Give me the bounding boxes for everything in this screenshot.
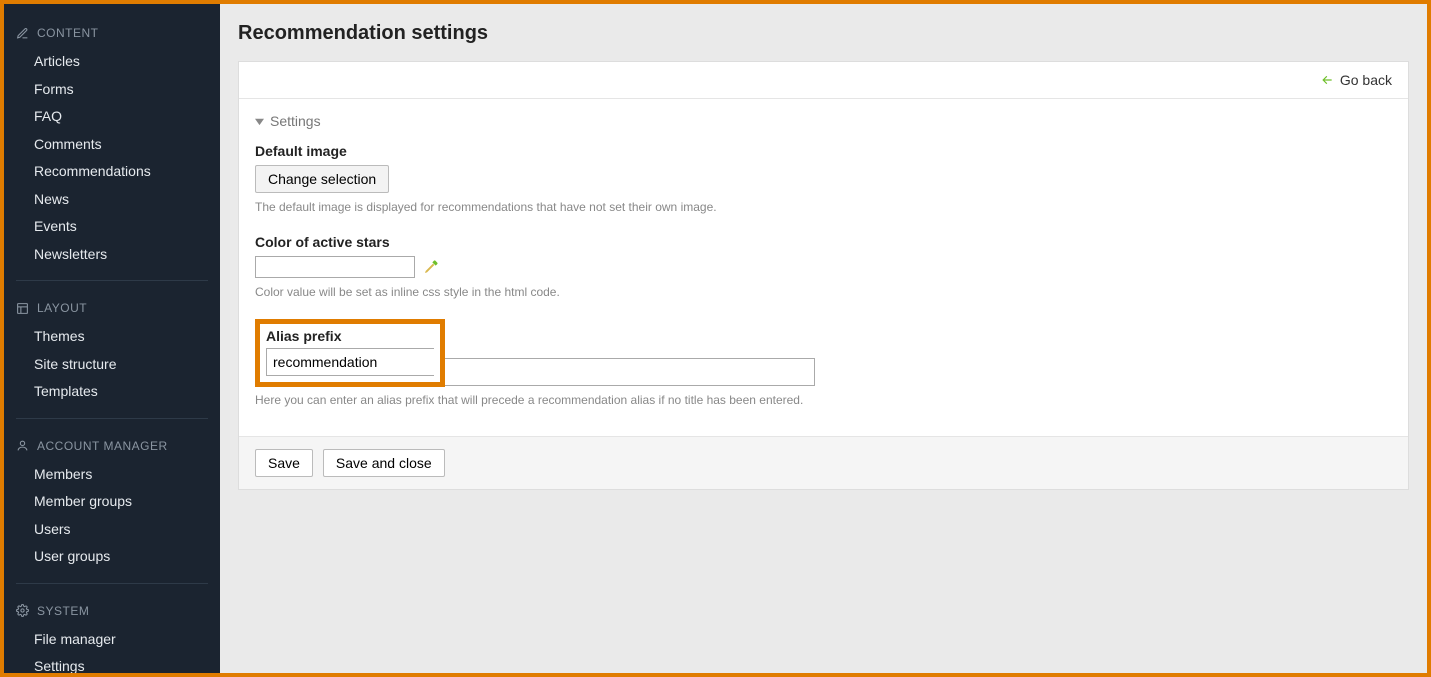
sidebar-header-label: LAYOUT xyxy=(37,301,87,315)
sidebar-header-layout[interactable]: LAYOUT xyxy=(4,297,220,323)
field-color-stars: Color of active stars Color value will b… xyxy=(255,234,1392,301)
sidebar-item-events[interactable]: Events xyxy=(4,213,220,241)
alias-prefix-input[interactable] xyxy=(266,348,434,376)
sidebar-item-member-groups[interactable]: Member groups xyxy=(4,488,220,516)
sidebar: CONTENT Articles Forms FAQ Comments Reco… xyxy=(4,4,220,673)
sidebar-section-layout: LAYOUT Themes Site structure Templates xyxy=(4,289,220,410)
sidebar-section-system: SYSTEM File manager Settings Maintenance xyxy=(4,592,220,674)
settings-card: Go back Settings Default image Change se… xyxy=(238,61,1409,490)
sidebar-header-label: CONTENT xyxy=(37,26,99,40)
go-back-link[interactable]: Go back xyxy=(1320,72,1392,88)
divider xyxy=(16,280,208,281)
sidebar-item-themes[interactable]: Themes xyxy=(4,323,220,351)
color-stars-input[interactable] xyxy=(255,256,415,278)
sidebar-item-forms[interactable]: Forms xyxy=(4,76,220,104)
alias-label: Alias prefix xyxy=(266,328,434,344)
sidebar-item-newsletters[interactable]: Newsletters xyxy=(4,241,220,269)
sidebar-section-account: ACCOUNT MANAGER Members Member groups Us… xyxy=(4,427,220,575)
sidebar-item-recommendations[interactable]: Recommendations xyxy=(4,158,220,186)
main-content: Recommendation settings Go back Settings… xyxy=(220,4,1427,673)
edit-icon xyxy=(16,27,29,40)
default-image-label: Default image xyxy=(255,143,1392,159)
sidebar-item-settings[interactable]: Settings xyxy=(4,653,220,673)
alias-input-extension[interactable] xyxy=(445,358,815,386)
sidebar-header-label: SYSTEM xyxy=(37,604,89,618)
sidebar-header-system[interactable]: SYSTEM xyxy=(4,600,220,626)
sidebar-item-templates[interactable]: Templates xyxy=(4,378,220,406)
card-body: Settings Default image Change selection … xyxy=(239,99,1408,436)
default-image-help: The default image is displayed for recom… xyxy=(255,199,1392,216)
alias-help: Here you can enter an alias prefix that … xyxy=(255,392,1392,409)
sidebar-header-content[interactable]: CONTENT xyxy=(4,22,220,48)
sidebar-header-label: ACCOUNT MANAGER xyxy=(37,439,168,453)
sidebar-header-account[interactable]: ACCOUNT MANAGER xyxy=(4,435,220,461)
sidebar-item-site-structure[interactable]: Site structure xyxy=(4,351,220,379)
field-alias-prefix: Alias prefix Here you can enter an alias… xyxy=(255,319,1392,409)
caret-down-icon xyxy=(255,117,264,126)
sidebar-section-content: CONTENT Articles Forms FAQ Comments Reco… xyxy=(4,14,220,272)
change-selection-button[interactable]: Change selection xyxy=(255,165,389,193)
arrow-left-icon xyxy=(1320,73,1334,87)
gear-icon xyxy=(16,604,29,617)
sidebar-item-comments[interactable]: Comments xyxy=(4,131,220,159)
divider xyxy=(16,583,208,584)
user-icon xyxy=(16,439,29,452)
save-button[interactable]: Save xyxy=(255,449,313,477)
color-stars-help: Color value will be set as inline css st… xyxy=(255,284,1392,301)
field-default-image: Default image Change selection The defau… xyxy=(255,143,1392,216)
page-title: Recommendation settings xyxy=(238,22,1409,45)
card-header: Go back xyxy=(239,62,1408,99)
sidebar-item-file-manager[interactable]: File manager xyxy=(4,626,220,654)
sidebar-item-members[interactable]: Members xyxy=(4,461,220,489)
save-and-close-button[interactable]: Save and close xyxy=(323,449,445,477)
legend-label: Settings xyxy=(270,113,321,129)
sidebar-item-faq[interactable]: FAQ xyxy=(4,103,220,131)
fieldset-toggle[interactable]: Settings xyxy=(255,113,1392,129)
alias-highlight: Alias prefix xyxy=(255,319,445,387)
sidebar-item-users[interactable]: Users xyxy=(4,516,220,544)
go-back-label: Go back xyxy=(1340,72,1392,88)
color-stars-label: Color of active stars xyxy=(255,234,1392,250)
divider xyxy=(16,418,208,419)
layout-icon xyxy=(16,302,29,315)
color-picker-icon[interactable] xyxy=(423,259,439,275)
sidebar-item-user-groups[interactable]: User groups xyxy=(4,543,220,571)
sidebar-item-articles[interactable]: Articles xyxy=(4,48,220,76)
sidebar-item-news[interactable]: News xyxy=(4,186,220,214)
card-footer: Save Save and close xyxy=(239,436,1408,489)
